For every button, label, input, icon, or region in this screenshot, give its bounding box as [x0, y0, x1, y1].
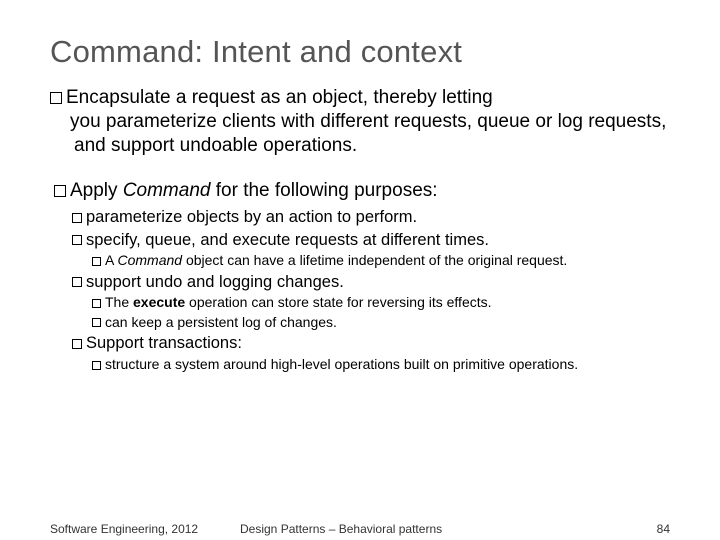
sub-specify-text: specify, queue, and execute requests at …	[86, 231, 489, 249]
bullet-intent: Encapsulate a request as an object, ther…	[50, 86, 670, 157]
slide: Command: Intent and context Encapsulate …	[0, 0, 720, 540]
bullet-box-icon	[72, 213, 82, 223]
bullet-box-icon	[92, 299, 101, 308]
sub-specify-detail: A Command object can have a lifetime ind…	[92, 252, 670, 270]
bullet-intent-lead: Encapsulate a request as an object, ther…	[66, 87, 493, 108]
bullet-intent-cont: you parameterize clients with different …	[54, 110, 670, 158]
footer-page-number: 84	[657, 522, 670, 536]
keyword-execute: execute	[133, 294, 185, 310]
sub-transactions-detail: structure a system around high-level ope…	[92, 356, 670, 374]
bullet-box-icon	[72, 339, 82, 349]
sub-undo-detail-2-text: can keep a persistent log of changes.	[105, 314, 337, 330]
bullet-box-icon	[50, 92, 62, 104]
keyword-command: Command	[117, 252, 182, 268]
sub-transactions: Support transactions:	[72, 333, 670, 354]
sub-parameterize: parameterize objects by an action to per…	[72, 207, 670, 228]
bullet-box-icon	[72, 277, 82, 287]
bullet-box-icon	[92, 257, 101, 266]
sub-undo-detail-1: The execute operation can store state fo…	[92, 294, 670, 312]
bullet-box-icon	[54, 185, 66, 197]
sub-undo-detail-2: can keep a persistent log of changes.	[92, 314, 670, 332]
sub-transactions-text: Support transactions:	[86, 334, 242, 352]
footer-center: Design Patterns – Behavioral patterns	[240, 522, 442, 536]
sub-specify-detail-a: A	[105, 252, 117, 268]
keyword-command: Command	[123, 180, 211, 201]
sub-transactions-detail-text: structure a system around high-level ope…	[105, 356, 578, 372]
sub-parameterize-text: parameterize objects by an action to per…	[86, 208, 417, 226]
bullet-box-icon	[92, 361, 101, 370]
bullet-box-icon	[92, 318, 101, 327]
sub-undo-detail-1a: The	[105, 294, 133, 310]
bullet-apply: Apply Command for the following purposes…	[50, 179, 670, 203]
sub-undo: support undo and logging changes.	[72, 272, 670, 293]
bullet-apply-b: for the following purposes:	[210, 180, 437, 201]
bullet-apply-a: Apply	[70, 180, 123, 201]
bullet-box-icon	[72, 235, 82, 245]
footer-left: Software Engineering, 2012	[50, 522, 198, 536]
sub-undo-detail-1b: operation can store state for reversing …	[185, 294, 491, 310]
slide-title: Command: Intent and context	[50, 34, 670, 70]
sub-specify: specify, queue, and execute requests at …	[72, 230, 670, 251]
sub-undo-text: support undo and logging changes.	[86, 273, 344, 291]
sub-specify-detail-b: object can have a lifetime independent o…	[182, 252, 567, 268]
